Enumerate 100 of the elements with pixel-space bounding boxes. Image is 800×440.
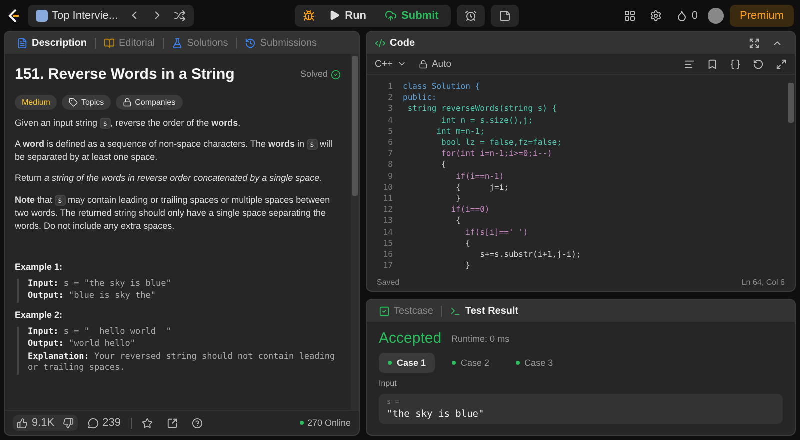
example-line: Output: "blue is sky the" bbox=[28, 291, 157, 303]
example-heading: Example 1: bbox=[15, 260, 64, 274]
alarm-clock-icon bbox=[464, 10, 477, 22]
case-tab[interactable]: Case 1 bbox=[379, 353, 436, 373]
language-dropdown[interactable]: C++ bbox=[375, 58, 407, 70]
code-line: public: bbox=[403, 93, 437, 102]
difficulty-tag: Medium bbox=[15, 94, 58, 110]
cursor-position: Ln 64, Col 6 bbox=[742, 278, 785, 286]
code-line: { bbox=[454, 216, 461, 226]
example-heading: Example 2: bbox=[15, 308, 64, 322]
line-number: 9 bbox=[387, 172, 394, 181]
tag-chip[interactable]: Topics bbox=[62, 94, 112, 110]
code-line: } bbox=[454, 194, 461, 203]
line-number: 10 bbox=[382, 182, 394, 192]
line-number: 1 bbox=[387, 82, 394, 92]
premium-button[interactable]: Premium bbox=[730, 4, 794, 26]
code-line: } bbox=[464, 261, 470, 270]
submit-button[interactable]: Submit bbox=[376, 10, 447, 22]
solved-status: Solved bbox=[300, 68, 341, 82]
expand-icon bbox=[749, 38, 760, 48]
format-button[interactable] bbox=[684, 58, 695, 70]
reset-button[interactable] bbox=[753, 58, 764, 70]
panel-tab[interactable]: Submissions bbox=[241, 38, 321, 48]
settings-icon bbox=[650, 10, 662, 22]
braces-icon bbox=[730, 58, 741, 70]
checkbox-icon bbox=[379, 306, 390, 316]
mode-button[interactable]: Auto bbox=[418, 58, 452, 70]
play-icon bbox=[329, 10, 340, 21]
input-label: Input bbox=[379, 379, 398, 388]
case-tab[interactable]: Case 3 bbox=[506, 353, 562, 373]
thumbs-down-icon bbox=[62, 418, 74, 428]
code-icon bbox=[375, 38, 386, 48]
line-number: 7 bbox=[387, 149, 394, 158]
panel-title: Code bbox=[390, 38, 415, 48]
line-number: 4 bbox=[387, 116, 394, 125]
document-icon bbox=[17, 38, 28, 48]
problem-title: 151. Reverse Words in a String bbox=[15, 65, 235, 85]
panel-tab[interactable]: Description bbox=[13, 38, 92, 48]
tag-chip[interactable]: Companies bbox=[116, 94, 183, 110]
line-number: 6 bbox=[387, 138, 394, 148]
lock-icon bbox=[418, 60, 428, 68]
bookmark-icon bbox=[707, 58, 718, 70]
input-value: "the sky is blue" bbox=[387, 409, 486, 420]
help-icon bbox=[192, 418, 203, 428]
history-icon bbox=[245, 38, 256, 48]
note-icon bbox=[498, 10, 511, 22]
align-left-icon bbox=[684, 58, 695, 70]
line-number: 2 bbox=[387, 93, 394, 102]
line-number: 11 bbox=[382, 194, 394, 203]
comments-button[interactable]: 239 bbox=[84, 415, 125, 431]
code-line: bool lz = false,fz=false; bbox=[440, 138, 562, 148]
panel-tab[interactable]: Solutions bbox=[168, 38, 232, 48]
example-line: Input: s = "the sky is blue" bbox=[28, 278, 172, 290]
tag-icon bbox=[69, 98, 78, 108]
example-line: Explanation: Your reversed string should not contain leading or trailing spaces. bbox=[28, 352, 336, 375]
line-number: 3 bbox=[387, 104, 394, 114]
code-line: if(i==n-1) bbox=[454, 172, 504, 181]
panel-tab[interactable]: Test Result bbox=[446, 306, 523, 316]
runtime-text: Runtime: 0 ms bbox=[452, 334, 510, 344]
run-button[interactable]: Run bbox=[321, 10, 375, 22]
line-number: 16 bbox=[382, 250, 394, 259]
line-number: 13 bbox=[382, 216, 394, 226]
check-circle-icon bbox=[331, 70, 341, 80]
terminal-icon bbox=[450, 306, 462, 316]
streak-button[interactable]: 0 bbox=[672, 8, 702, 24]
grid-icon bbox=[624, 10, 636, 22]
shuffle-icon bbox=[174, 10, 186, 22]
code-line: class Solution { bbox=[403, 82, 480, 92]
code-line: int n = s.size(),j; bbox=[440, 116, 534, 125]
example-line: Input: s = " hello world " bbox=[28, 326, 172, 338]
online-count: 270 Online bbox=[300, 418, 351, 428]
logo-icon[interactable] bbox=[6, 8, 22, 24]
line-number: 14 bbox=[382, 228, 394, 237]
example-line: Output: "world hello" bbox=[28, 339, 136, 351]
bug-icon bbox=[303, 10, 316, 22]
description-paragraph: Return a string of the words in reverse order concatenated by a single space. bbox=[15, 172, 324, 186]
lock-icon bbox=[123, 98, 132, 108]
code-line: { j=i; bbox=[454, 182, 509, 192]
line-number: 12 bbox=[382, 205, 394, 214]
flask-icon bbox=[172, 38, 184, 48]
save-status: Saved bbox=[377, 278, 400, 286]
verdict-text: Accepted bbox=[379, 330, 442, 347]
expand-button[interactable] bbox=[776, 58, 787, 70]
list-icon bbox=[36, 10, 48, 22]
star-icon bbox=[142, 418, 153, 428]
line-number: 17 bbox=[382, 261, 394, 270]
panel-tab[interactable]: Testcase bbox=[375, 306, 438, 316]
braces-button[interactable] bbox=[730, 58, 741, 70]
line-number: 8 bbox=[387, 160, 394, 170]
code-line: if(s[i]==' ') bbox=[464, 228, 528, 237]
cloud-upload-icon bbox=[384, 10, 397, 22]
code-line: { bbox=[464, 238, 470, 248]
case-tab[interactable]: Case 2 bbox=[443, 353, 499, 373]
bookmark-button[interactable] bbox=[707, 58, 718, 70]
comment-icon bbox=[88, 418, 99, 428]
avatar[interactable] bbox=[708, 8, 724, 24]
code-line: if(i==0) bbox=[450, 205, 490, 214]
maximize-icon bbox=[776, 58, 787, 70]
panel-tab[interactable]: Editorial bbox=[100, 38, 160, 48]
code-line: { bbox=[440, 160, 446, 170]
